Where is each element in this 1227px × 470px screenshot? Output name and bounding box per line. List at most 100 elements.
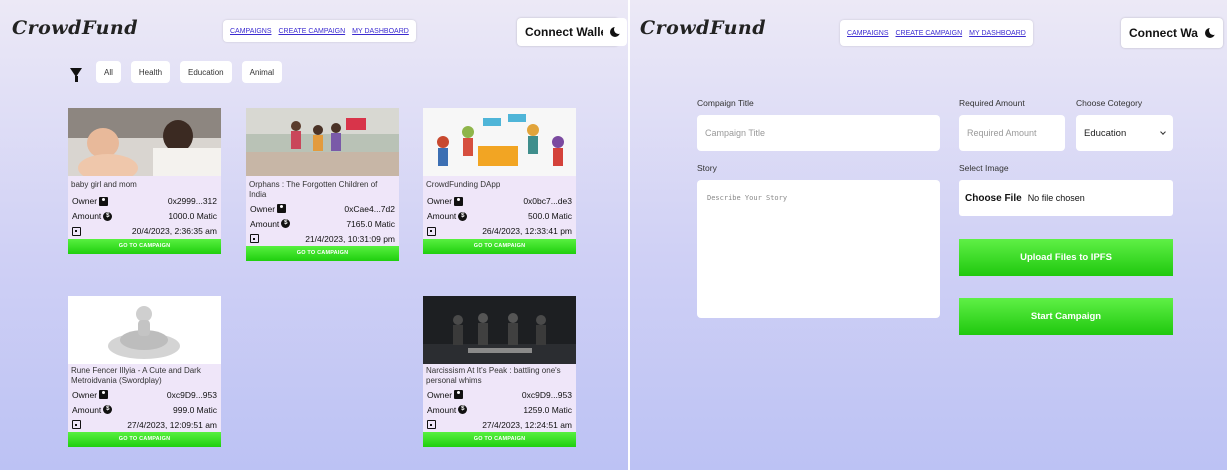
choose-file-button[interactable]: Choose File — [965, 193, 1022, 204]
date-row: 27/4/2023, 12:09:51 am — [68, 417, 221, 432]
chevron-down-icon — [1160, 129, 1166, 135]
amount-label: Amount — [427, 211, 457, 221]
go-to-campaign-button[interactable]: GO TO CAMPAIGN — [423, 432, 576, 447]
amount-value: 7165.0 Matic — [346, 218, 395, 229]
amount-row: Amount $ 500.0 Matic — [423, 209, 576, 224]
campaign-image — [68, 108, 221, 176]
coin-icon: $ — [103, 405, 113, 414]
owner-label: Owner — [427, 196, 453, 206]
campaign-image — [423, 108, 576, 176]
filter-chip-animal[interactable]: Animal — [241, 61, 283, 83]
campaign-image — [246, 108, 399, 176]
nav-campaigns-link[interactable]: CAMPAIGNS — [847, 30, 889, 37]
calendar-icon — [72, 226, 81, 236]
amount-label: Amount — [72, 211, 102, 221]
campaign-title: Rune Fencer Illyia - A Cute and Dark Met… — [71, 366, 201, 385]
created-date: 26/4/2023, 12:33:41 pm — [482, 226, 572, 236]
amount-label: Amount — [250, 218, 280, 229]
app-logo[interactable]: CrowdFund — [12, 17, 138, 39]
campaign-card: Rune Fencer Illyia - A Cute and Dark Met… — [68, 296, 221, 447]
image-file-input[interactable]: Choose File No file chosen — [959, 180, 1173, 216]
coin-icon: $ — [458, 211, 468, 221]
created-date: 20/4/2023, 2:36:35 am — [131, 226, 217, 236]
filter-icon — [70, 67, 82, 82]
person-icon — [277, 204, 287, 213]
category-filters: All Health Education Animal — [70, 61, 283, 83]
amount-label: Amount — [72, 404, 102, 415]
campaign-title: Orphans : The Forgotten Children of Indi… — [249, 180, 378, 199]
category-value: Education — [1084, 127, 1127, 139]
coin-icon: $ — [103, 211, 113, 221]
calendar-icon — [72, 420, 81, 429]
theme-toggle-button[interactable] — [603, 18, 627, 46]
owner-address: 0xc9D9...953 — [521, 389, 572, 400]
top-nav: CAMPAIGNS CREATE CAMPAIGN MY DASHBOARD — [223, 20, 416, 42]
owner-label: Owner — [72, 196, 98, 206]
owner-label: Owner — [250, 203, 276, 214]
campaign-title: Narcissism At It's Peak : battling one's… — [426, 366, 561, 385]
moon-icon — [1205, 26, 1218, 38]
nav-create-campaign-link[interactable]: CREATE CAMPAIGN — [896, 30, 963, 37]
divider — [628, 0, 630, 470]
filter-chip-health[interactable]: Health — [130, 61, 171, 83]
filter-chip-education[interactable]: Education — [180, 61, 232, 83]
nav-my-dashboard-link[interactable]: MY DASHBOARD — [352, 28, 409, 35]
go-to-campaign-button[interactable]: GO TO CAMPAIGN — [68, 432, 221, 447]
owner-row: Owner 0x0bc7...de3 — [423, 194, 576, 209]
campaign-card: Orphans : The Forgotten Children of Indi… — [246, 108, 399, 261]
owner-address: 0x2999...312 — [167, 196, 217, 206]
campaign-image — [68, 296, 221, 364]
created-date: 27/4/2023, 12:24:51 am — [482, 419, 572, 430]
go-to-campaign-button[interactable]: GO TO CAMPAIGN — [246, 246, 399, 261]
category-select[interactable]: Education — [1076, 115, 1173, 151]
date-row: 27/4/2023, 12:24:51 am — [423, 417, 576, 432]
campaigns-page: CrowdFund CAMPAIGNS CREATE CAMPAIGN MY D… — [0, 0, 628, 470]
moon-icon — [610, 25, 623, 37]
calendar-icon — [427, 420, 436, 429]
theme-toggle-button[interactable] — [1198, 18, 1222, 48]
campaign-title-label: Compaign Title — [697, 98, 754, 108]
created-date: 27/4/2023, 12:09:51 am — [127, 419, 217, 430]
start-campaign-button[interactable]: Start Campaign — [959, 298, 1173, 335]
nav-my-dashboard-link[interactable]: MY DASHBOARD — [969, 30, 1026, 37]
person-icon — [454, 196, 464, 206]
campaign-card: baby girl and mom Owner 0x2999...312 Amo… — [68, 108, 221, 254]
created-date: 21/4/2023, 10:31:09 pm — [305, 233, 395, 244]
nav-create-campaign-link[interactable]: CREATE CAMPAIGN — [279, 28, 346, 35]
go-to-campaign-button[interactable]: GO TO CAMPAIGN — [423, 238, 576, 254]
owner-row: Owner 0xCae4...7d2 — [246, 201, 399, 216]
amount-value: 1000.0 Matic — [168, 211, 217, 221]
app-logo[interactable]: CrowdFund — [640, 17, 766, 39]
create-campaign-page: CrowdFund CAMPAIGNS CREATE CAMPAIGN MY D… — [630, 0, 1227, 470]
category-label: Choose Cotegory — [1076, 98, 1143, 108]
date-row: 26/4/2023, 12:33:41 pm — [423, 224, 576, 239]
nav-campaigns-link[interactable]: CAMPAIGNS — [230, 28, 272, 35]
upload-ipfs-button[interactable]: Upload Files to IPFS — [959, 239, 1173, 276]
owner-row: Owner 0xc9D9...953 — [423, 387, 576, 402]
campaign-title: CrowdFunding DApp — [426, 180, 501, 189]
campaign-title: baby girl and mom — [71, 180, 137, 189]
required-amount-input[interactable]: Required Amount — [959, 115, 1065, 151]
date-row: 20/4/2023, 2:36:35 am — [68, 224, 221, 239]
file-status-text: No file chosen — [1027, 193, 1085, 203]
filter-chip-all[interactable]: All — [96, 61, 121, 83]
story-textarea[interactable]: Describe Your Story — [697, 180, 940, 318]
amount-label: Amount — [427, 404, 457, 415]
go-to-campaign-button[interactable]: GO TO CAMPAIGN — [68, 238, 221, 254]
campaign-title-input[interactable]: Campaign Title — [697, 115, 940, 151]
campaign-card: CrowdFunding DApp Owner 0x0bc7...de3 Amo… — [423, 108, 576, 254]
amount-value: 1259.0 Matic — [523, 404, 572, 415]
amount-value: 500.0 Matic — [528, 211, 572, 221]
screenshot-root: CrowdFund CAMPAIGNS CREATE CAMPAIGN MY D… — [0, 0, 1227, 470]
person-icon — [454, 390, 464, 399]
owner-address: 0xc9D9...953 — [166, 389, 217, 400]
owner-label: Owner — [72, 389, 98, 400]
amount-row: Amount $ 7165.0 Matic — [246, 216, 399, 231]
person-icon — [99, 196, 109, 206]
story-label: Story — [697, 163, 717, 173]
select-image-label: Select Image — [959, 163, 1009, 173]
date-row: 21/4/2023, 10:31:09 pm — [246, 231, 399, 246]
amount-row: Amount $ 1259.0 Matic — [423, 402, 576, 417]
calendar-icon — [250, 234, 259, 243]
coin-icon: $ — [281, 219, 291, 228]
